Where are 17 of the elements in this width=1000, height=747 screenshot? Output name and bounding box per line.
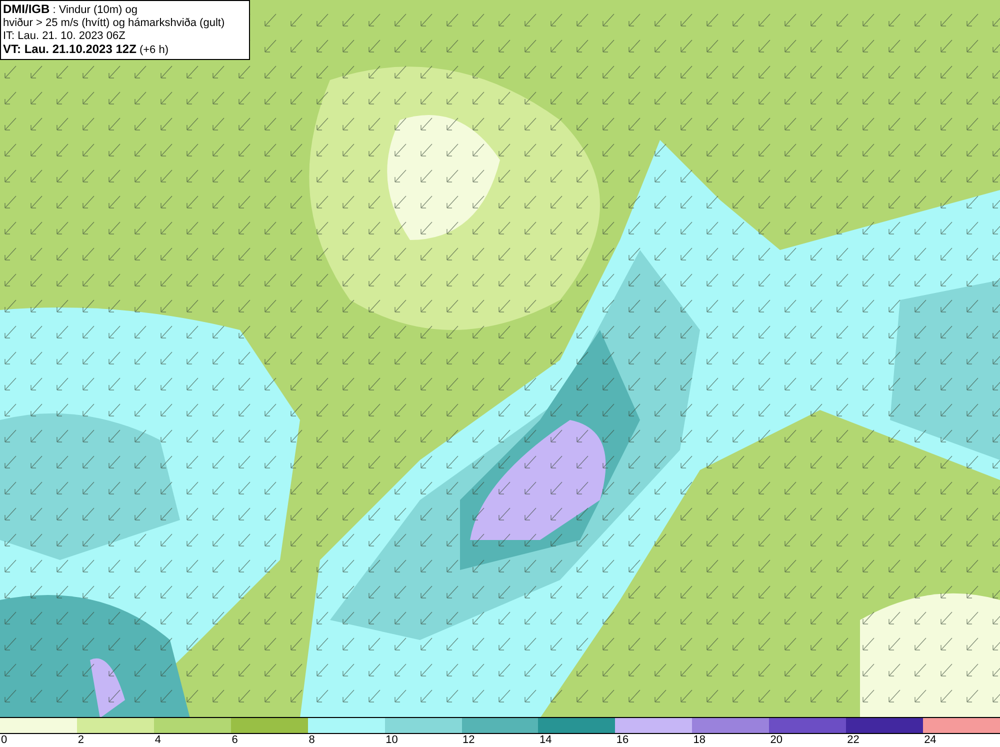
legend-tick-label: 16	[615, 734, 630, 747]
legend-tick-label: 2	[76, 734, 86, 747]
legend-tick-label: 12	[462, 734, 476, 747]
legend-tick-label: 10	[384, 734, 399, 747]
legend-tick-label: 22	[846, 734, 860, 747]
legend-tick-label: 0	[0, 734, 8, 747]
title-line: IT: Lau. 21. 10. 2023 06Z	[3, 30, 126, 43]
legend-tick-label: 18	[692, 734, 707, 747]
legend-tick-label: 14	[538, 734, 553, 747]
title-line: hviður > 25 m/s (hvítt) og hámarkshviða (gult)	[3, 17, 225, 30]
legend-tick-label: 6	[230, 734, 239, 747]
legend-tick-label: 4	[154, 734, 162, 747]
legend-tick-label: 20	[769, 734, 784, 747]
title-line: DMI/IGB : Vindur (10m) og	[3, 3, 139, 17]
legend-tick-label: 8	[308, 734, 316, 747]
legend-tick-label: 24	[923, 734, 938, 747]
title-line: VT: Lau. 21.10.2023 12Z (+6 h)	[3, 43, 170, 57]
